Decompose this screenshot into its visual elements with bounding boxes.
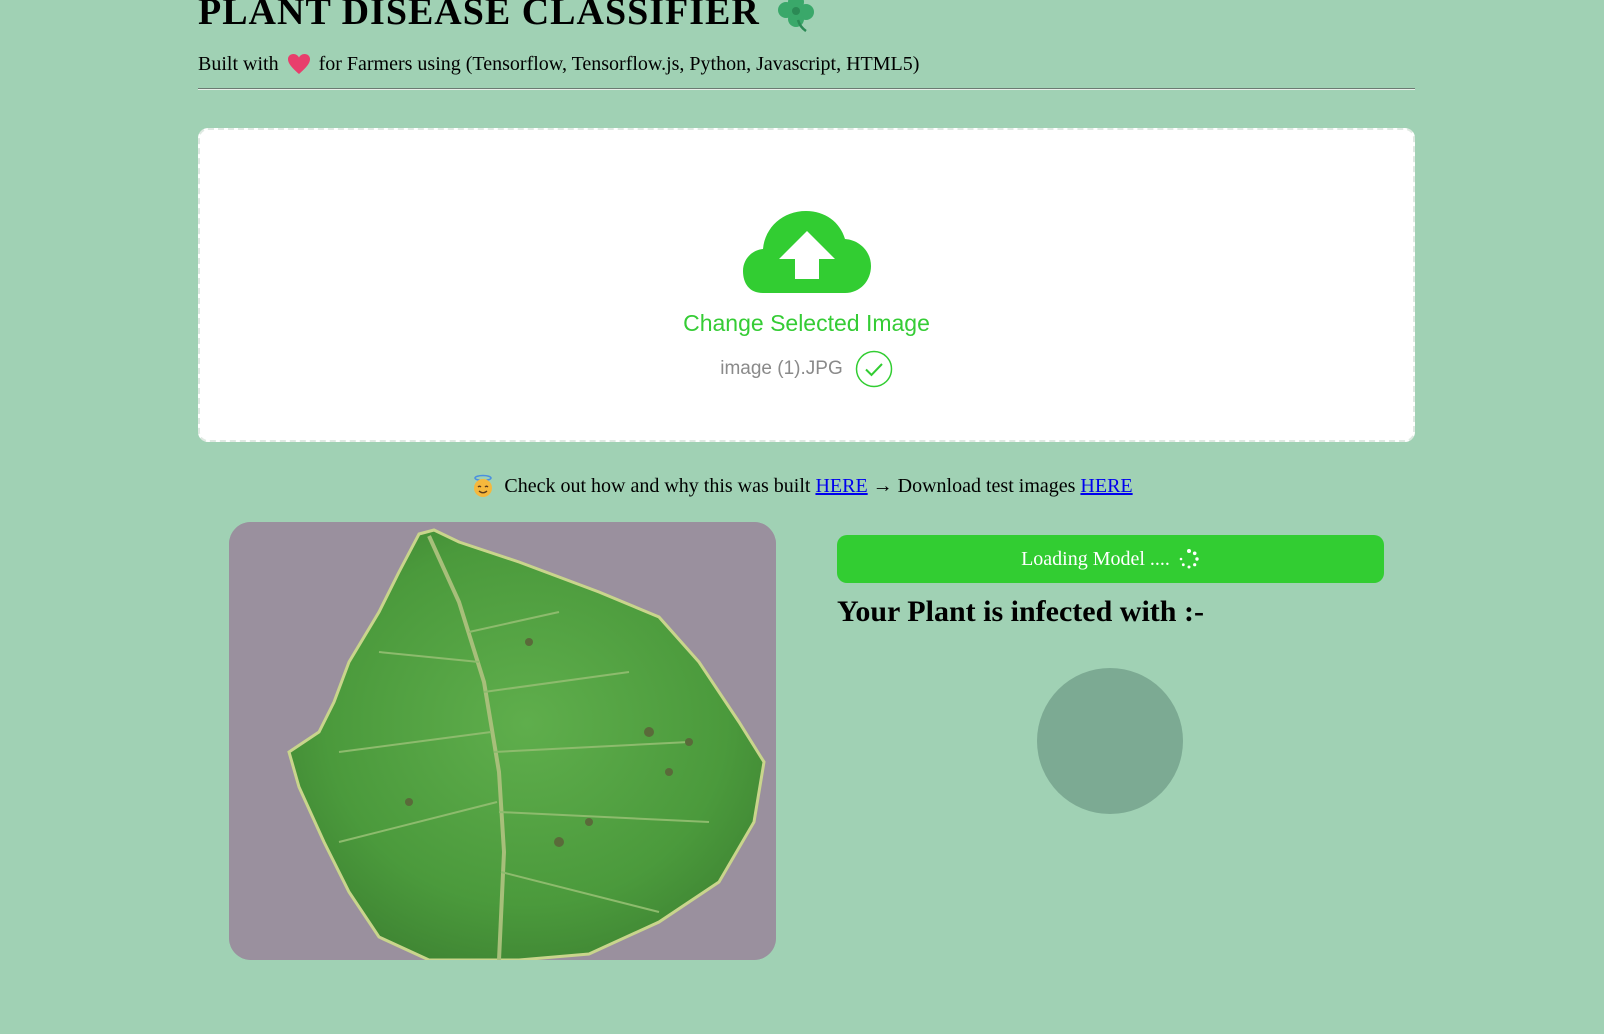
result-heading: Your Plant is infected with :- — [837, 595, 1204, 628]
info-text-how: Check out how and why this was built — [504, 475, 811, 497]
selected-file-name: image (1).JPG — [720, 358, 843, 379]
subtitle-suffix: for Farmers using (Tensorflow, Tensorflo… — [318, 53, 920, 75]
how-built-link[interactable]: HERE — [815, 471, 867, 501]
page-title-text: PLANT DISEASE CLASSIFIER — [198, 0, 760, 33]
change-image-label[interactable]: Change Selected Image — [200, 310, 1413, 337]
subtitle-prefix: Built with — [198, 53, 279, 75]
loading-model-label: Loading Model .... — [1021, 547, 1170, 570]
spinner-icon — [1178, 548, 1200, 570]
header-divider — [198, 88, 1415, 90]
clover-icon — [776, 0, 816, 33]
download-test-images-link[interactable]: HERE — [1080, 471, 1132, 501]
info-links: Check out how and why this was built HER… — [0, 471, 1604, 501]
info-text-download: Download test images — [897, 475, 1076, 497]
heart-icon — [287, 53, 311, 75]
loading-model-button[interactable]: Loading Model .... — [837, 535, 1384, 583]
check-circle-icon — [855, 350, 893, 388]
cloud-upload-icon[interactable] — [743, 207, 871, 293]
subtitle: Built with for Farmers using (Tensorflow… — [198, 49, 919, 79]
angel-emoji-icon — [471, 474, 495, 498]
image-upload-dropzone[interactable]: Change Selected Image image (1).JPG — [198, 128, 1415, 442]
result-placeholder-circle — [1037, 668, 1183, 814]
arrow-icon: → — [872, 475, 893, 497]
page-title: PLANT DISEASE CLASSIFIER — [198, 0, 816, 40]
uploaded-leaf-image — [229, 522, 776, 960]
selected-file: image (1).JPG — [200, 350, 1413, 388]
